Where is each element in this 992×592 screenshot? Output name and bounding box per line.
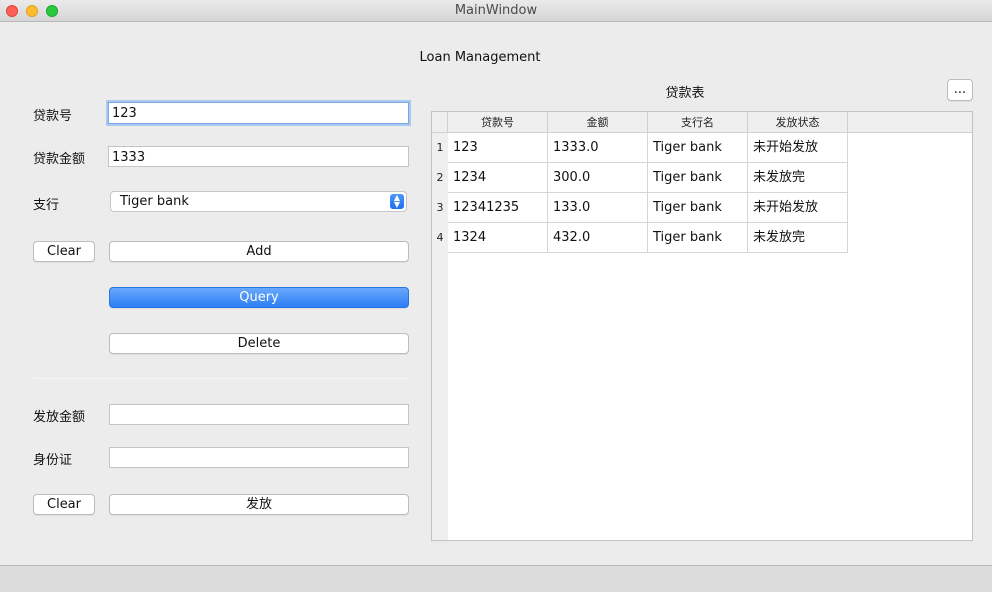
id-card-label: 身份证 <box>33 453 73 468</box>
table-cell[interactable]: 300.0 <box>548 163 648 193</box>
id-card-input[interactable] <box>109 447 409 468</box>
row-number[interactable]: 4 <box>432 223 448 253</box>
table-cell[interactable]: Tiger bank <box>648 223 748 253</box>
column-header-branch[interactable]: 支行名 <box>648 112 748 133</box>
table-cell[interactable]: 未开始发放 <box>748 133 848 163</box>
row-number[interactable]: 2 <box>432 163 448 193</box>
branch-select[interactable]: Tiger bank ▲ ▼ <box>110 191 407 212</box>
delete-button[interactable]: Delete <box>109 333 409 354</box>
more-button[interactable]: ... <box>947 79 973 101</box>
table-cell[interactable]: Tiger bank <box>648 133 748 163</box>
row-number[interactable]: 1 <box>432 133 448 163</box>
amount-input[interactable]: 1333 <box>108 146 409 167</box>
query-button[interactable]: Query <box>109 287 409 308</box>
window-title: MainWindow <box>454 3 538 18</box>
table-cell[interactable]: Tiger bank <box>648 193 748 223</box>
disburse-amount-label: 发放金额 <box>33 410 86 425</box>
table-cell[interactable]: 1324 <box>448 223 548 253</box>
table-title: 贷款表 <box>665 86 705 101</box>
column-header-amount[interactable]: 金额 <box>548 112 648 133</box>
disburse-amount-input[interactable] <box>109 404 409 425</box>
branch-select-value: Tiger bank <box>120 194 189 209</box>
row-number[interactable]: 3 <box>432 193 448 223</box>
status-bar <box>0 565 992 592</box>
table-cell[interactable]: 未发放完 <box>748 223 848 253</box>
page-title: Loan Management <box>419 50 541 65</box>
amount-label: 贷款金额 <box>33 152 86 167</box>
table-cell[interactable]: Tiger bank <box>648 163 748 193</box>
chevron-updown-icon: ▲ ▼ <box>390 194 404 209</box>
add-button[interactable]: Add <box>109 241 409 262</box>
table-cell[interactable]: 432.0 <box>548 223 648 253</box>
table-cell[interactable]: 1234 <box>448 163 548 193</box>
disburse-button[interactable]: 发放 <box>109 494 409 515</box>
loan-no-label: 贷款号 <box>33 109 73 124</box>
branch-label: 支行 <box>33 198 60 213</box>
table-cell[interactable]: 123 <box>448 133 548 163</box>
loan-table: 贷款号 金额 支行名 发放状态 1 123 1333.0 Tiger bank … <box>431 111 973 541</box>
divider <box>33 378 409 379</box>
table-cell[interactable]: 未发放完 <box>748 163 848 193</box>
column-header-loan-no[interactable]: 贷款号 <box>448 112 548 133</box>
table-cell[interactable]: 1333.0 <box>548 133 648 163</box>
table-cell[interactable]: 133.0 <box>548 193 648 223</box>
loan-no-input[interactable]: 123 <box>108 102 409 124</box>
column-header-status[interactable]: 发放状态 <box>748 112 848 133</box>
table-cell[interactable]: 12341235 <box>448 193 548 223</box>
table-cell[interactable]: 未开始发放 <box>748 193 848 223</box>
clear-disburse-button[interactable]: Clear <box>33 494 95 515</box>
clear-loan-button[interactable]: Clear <box>33 241 95 262</box>
corner-button[interactable] <box>432 112 448 133</box>
